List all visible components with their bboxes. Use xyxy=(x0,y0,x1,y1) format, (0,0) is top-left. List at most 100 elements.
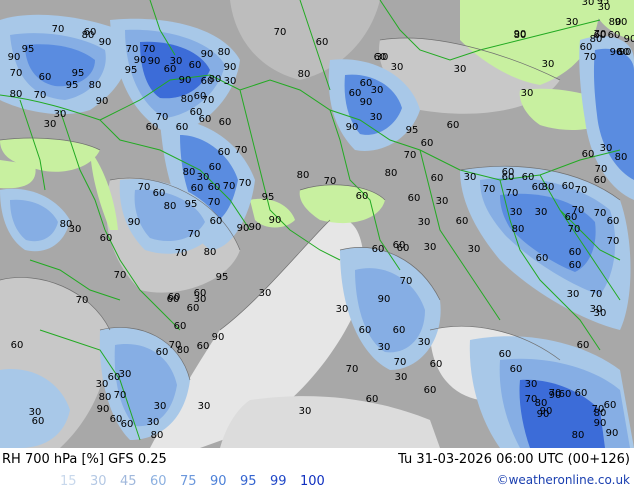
legend-value-100: 100 xyxy=(300,474,325,489)
credit-link[interactable]: ©weatheronline.co.uk xyxy=(497,473,630,487)
contour-label: 90 xyxy=(269,215,282,226)
contour-label: 30 xyxy=(198,401,211,412)
contour-label: 60 xyxy=(39,72,52,83)
contour-label: 90 xyxy=(624,34,634,45)
contour-label: 60 xyxy=(562,181,575,192)
contour-label: 90 xyxy=(606,428,619,439)
contour-label: 60 xyxy=(218,147,231,158)
contour-label: 30 xyxy=(542,59,555,70)
contour-label: 80 xyxy=(89,80,102,91)
contour-label: 60 xyxy=(356,191,369,202)
contour-label: 30 xyxy=(418,337,431,348)
contour-label: 30 xyxy=(567,289,580,300)
contour-label: 60 xyxy=(594,175,607,186)
contour-label: 60 xyxy=(359,325,372,336)
legend-value-30: 30 xyxy=(90,474,107,489)
contour-label: 70 xyxy=(202,95,215,106)
contour-label: 70 xyxy=(10,68,23,79)
contour-label: 60 xyxy=(421,138,434,149)
contour-label: 60 xyxy=(199,114,212,125)
contour-label: 80 xyxy=(218,47,231,58)
contour-label: 60 xyxy=(201,76,214,87)
legend-value-95: 95 xyxy=(240,474,257,489)
contour-label: 60 xyxy=(502,172,515,183)
contour-label: 70 xyxy=(324,176,337,187)
contour-label: 60 xyxy=(431,173,444,184)
contour-label: 90 xyxy=(99,37,112,48)
contour-label: 80 xyxy=(615,152,628,163)
contour-label: 30 xyxy=(147,417,160,428)
contour-label: 95 xyxy=(406,125,419,136)
contour-label: 30 xyxy=(436,196,449,207)
contour-label: 60 xyxy=(146,122,159,133)
legend-value-60: 60 xyxy=(150,474,167,489)
contour-label: 90 xyxy=(615,17,628,28)
contour-label: 70 xyxy=(575,185,588,196)
contour-label: 30 xyxy=(566,17,579,28)
contour-label: 70 xyxy=(584,52,597,63)
contour-label: 30 xyxy=(44,119,57,130)
contour-label: 30 xyxy=(598,2,611,13)
contour-label: 60 xyxy=(604,400,617,411)
contour-label: 70 xyxy=(607,236,620,247)
forecast-datetime: Tu 31-03-2026 06:00 UTC (00+126) xyxy=(398,452,630,467)
contour-label: 30 xyxy=(521,88,534,99)
contour-label: 95 xyxy=(125,65,138,76)
contour-label: 80 xyxy=(99,392,112,403)
contour-label: 60 xyxy=(209,162,222,173)
contour-label: 30 xyxy=(69,224,82,235)
contour-label: 30 xyxy=(336,304,349,315)
map-title: RH 700 hPa [%] GFS 0.25 xyxy=(2,452,167,467)
contour-label: 80 xyxy=(183,167,196,178)
legend-value-75: 75 xyxy=(180,474,197,489)
contour-label: 80 xyxy=(297,170,310,181)
contour-label: 70 xyxy=(138,182,151,193)
contour-label: 60 xyxy=(110,414,123,425)
contour-label: 70 xyxy=(404,150,417,161)
contour-label: 60 xyxy=(393,240,406,251)
contour-label: 60 xyxy=(499,349,512,360)
contour-label: 60 xyxy=(164,64,177,75)
contour-label: 30 xyxy=(391,62,404,73)
contour-label: 70 xyxy=(483,184,496,195)
contour-label: 70 xyxy=(235,145,248,156)
contour-label: 60 xyxy=(153,188,166,199)
contour-label: 70 xyxy=(114,270,127,281)
legend-value-15: 15 xyxy=(60,474,77,489)
contour-label: 90 xyxy=(8,52,21,63)
contour-label: 60 xyxy=(607,216,620,227)
contour-label: 80 xyxy=(10,89,23,100)
contour-label: 30 xyxy=(454,64,467,75)
contour-label: 90 xyxy=(179,75,192,86)
contour-label: 60 xyxy=(316,37,329,48)
contour-label: 90 xyxy=(148,56,161,67)
contour-label: 90 xyxy=(128,217,141,228)
contour-label: 60 xyxy=(569,247,582,258)
contour-label: 80 xyxy=(298,69,311,80)
contour-label: 80 xyxy=(82,30,95,41)
contour-label: 80 xyxy=(204,247,217,258)
contour-label: 30 xyxy=(395,372,408,383)
contour-label: 60 xyxy=(156,347,169,358)
contour-label: 80 xyxy=(151,430,164,441)
contour-label: 60 xyxy=(191,183,204,194)
contour-label: 90 xyxy=(249,222,262,233)
legend-value-99: 99 xyxy=(270,474,287,489)
contour-label: 70 xyxy=(143,44,156,55)
contour-label: 60 xyxy=(189,60,202,71)
contour-label: 30 xyxy=(542,182,555,193)
contour-label: 70 xyxy=(188,229,201,240)
contour-label: 30 xyxy=(119,369,132,380)
rh-field-map: 60303060909060809580959070 60 9595 809080 70… xyxy=(0,0,634,448)
contour-label: 30 xyxy=(510,207,523,218)
legend-value-90: 90 xyxy=(210,474,227,489)
contour-label: 60 xyxy=(430,359,443,370)
contour-label: 70 xyxy=(346,364,359,375)
contour-label: 90 xyxy=(594,418,607,429)
contour-label: 60 xyxy=(424,385,437,396)
contour-label: 80 xyxy=(572,430,585,441)
contour-label: 70 xyxy=(156,112,169,123)
weather-map: 60 30 30 60 90 90 60 80 95 80 95 90 70 60 95 95 80 90 80 70… xyxy=(0,0,634,448)
contour-label: 30 xyxy=(299,406,312,417)
contour-label: 60 xyxy=(174,321,187,332)
